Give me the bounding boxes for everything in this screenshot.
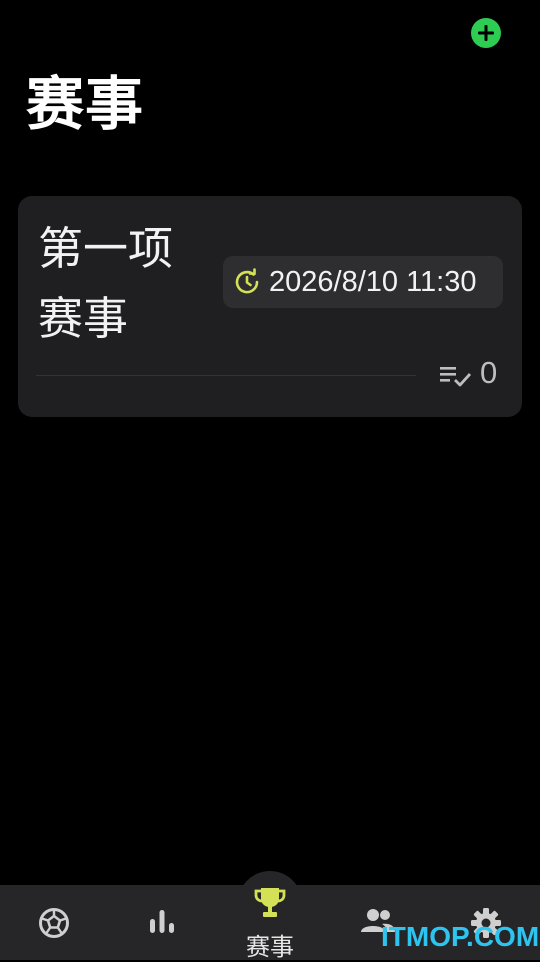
event-card[interactable]: 第一项赛事 2026/8/10 11:30 0 — [18, 196, 522, 417]
football-icon — [39, 908, 69, 938]
card-divider — [36, 375, 416, 376]
nav-label-events: 赛事 — [246, 933, 294, 961]
add-event-button[interactable] — [471, 18, 501, 48]
plus-icon — [478, 25, 494, 41]
page-title: 赛事 — [26, 70, 145, 138]
stats-icon — [150, 910, 174, 933]
event-datetime: 2026/8/10 11:30 — [269, 265, 477, 298]
nav-item-football[interactable] — [0, 885, 108, 960]
event-datetime-chip: 2026/8/10 11:30 — [223, 256, 503, 308]
clock-update-icon — [233, 268, 261, 296]
event-name: 第一项赛事 — [38, 222, 174, 345]
watermark: ITMOP.COM — [381, 921, 540, 952]
nav-item-stats[interactable] — [108, 885, 216, 960]
checklist-count: 0 — [480, 355, 498, 390]
trophy-icon — [254, 888, 286, 917]
checklist-icon — [440, 367, 472, 387]
